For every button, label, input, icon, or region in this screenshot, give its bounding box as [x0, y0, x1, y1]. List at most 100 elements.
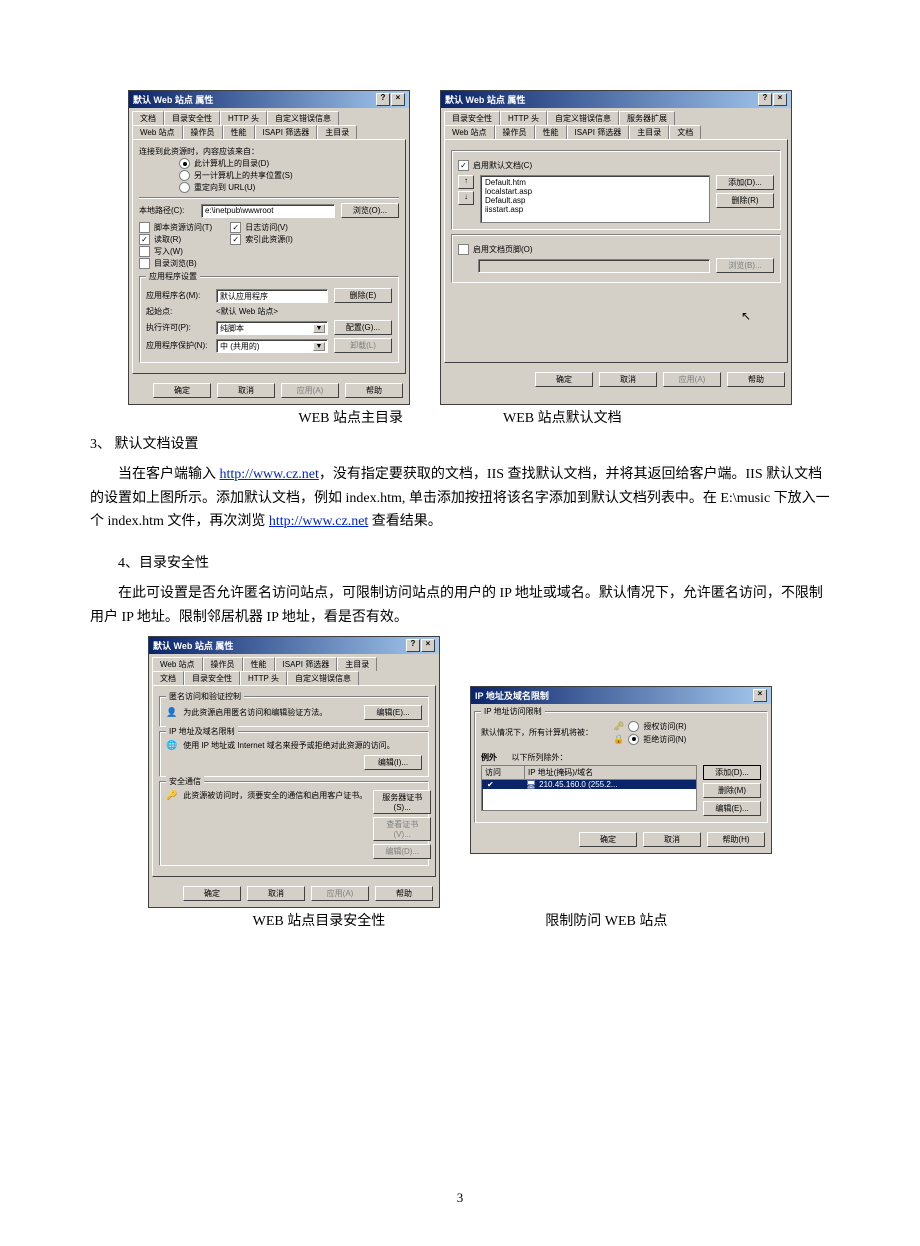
dialog-title: 默认 Web 站点 属性 [445, 93, 525, 106]
cancel-button[interactable]: 取消 [599, 372, 657, 387]
app-name-label: 应用程序名(M): [146, 290, 210, 301]
close-icon[interactable]: × [391, 93, 405, 106]
secure-comm-legend: 安全通信 [166, 776, 204, 787]
radio-share[interactable]: 另一计算机上的共享位置(S) [179, 170, 399, 181]
tab[interactable]: 操作员 [495, 125, 535, 139]
edit-button[interactable]: 编辑(I)... [364, 755, 422, 770]
list-item[interactable]: iisstart.asp [483, 205, 707, 214]
chk-dir-browse[interactable]: 目录浏览(B) [139, 258, 212, 269]
help-icon[interactable]: ? [758, 93, 772, 106]
tab-dir-security[interactable]: 目录安全性 [184, 671, 240, 685]
list-item[interactable]: ✔ 🖥210.45.160.0 (255.2... [482, 780, 696, 789]
dialog-web-documents: 默认 Web 站点 属性 ? × 目录安全性 HTTP 头 自定义错误信息 服务… [440, 90, 792, 405]
tab[interactable]: 自定义错误信息 [547, 111, 619, 125]
tab[interactable]: Web 站点 [152, 657, 203, 671]
figure-caption: WEB 站点主目录 [298, 407, 403, 427]
cancel-button[interactable]: 取消 [247, 886, 305, 901]
tab[interactable]: 自定义错误信息 [287, 671, 359, 685]
help-button[interactable]: 帮助 [727, 372, 785, 387]
cancel-button[interactable]: 取消 [643, 832, 701, 847]
chk-read[interactable]: 读取(R) [139, 234, 212, 245]
tab[interactable]: ISAPI 筛选器 [255, 125, 318, 139]
figure-caption: 限制防问 WEB 站点 [545, 910, 667, 930]
tab[interactable]: 文档 [132, 111, 164, 125]
remove-button[interactable]: 删除(E) [334, 288, 392, 303]
url-link[interactable]: http://www.cz.net [269, 514, 368, 529]
tab[interactable]: 目录安全性 [164, 111, 220, 125]
tab[interactable]: Web 站点 [132, 125, 183, 139]
help-button[interactable]: 帮助 [345, 383, 403, 398]
help-button[interactable]: 帮助(H) [707, 832, 765, 847]
config-button[interactable]: 配置(G)... [334, 320, 392, 335]
close-icon[interactable]: × [773, 93, 787, 106]
list-item[interactable]: localstart.asp [483, 187, 707, 196]
tab[interactable]: 主目录 [337, 657, 377, 671]
tab[interactable]: 性能 [535, 125, 567, 139]
list-item[interactable]: Default.htm [483, 178, 707, 187]
list-item[interactable]: Default.asp [483, 196, 707, 205]
except-text: 以下所列除外： [512, 753, 568, 762]
default-docs-list[interactable]: Default.htm localstart.asp Default.asp i… [480, 175, 710, 223]
radio-redirect[interactable]: 重定向到 URL(U) [179, 182, 399, 193]
titlebar[interactable]: 默认 Web 站点 属性 ? × [149, 637, 439, 654]
edit-button[interactable]: 编辑(E)... [703, 801, 761, 816]
close-icon[interactable]: × [421, 639, 435, 652]
titlebar[interactable]: IP 地址及域名限制 × [471, 687, 771, 704]
help-icon[interactable]: ? [376, 93, 390, 106]
view-cert-button: 查看证书(V)... [373, 817, 431, 841]
ok-button[interactable]: 确定 [153, 383, 211, 398]
delete-button[interactable]: 删除(M) [703, 783, 761, 798]
move-down-button[interactable]: ↓ [458, 191, 474, 205]
tab[interactable]: 自定义错误信息 [267, 111, 339, 125]
tab[interactable]: 主目录 [629, 125, 669, 139]
chk-log[interactable]: 日志访问(V) [230, 222, 293, 233]
titlebar[interactable]: 默认 Web 站点 属性 ? × [441, 91, 791, 108]
cancel-button[interactable]: 取消 [217, 383, 275, 398]
local-path-input[interactable]: e:\inetpub\wwwroot [201, 204, 335, 218]
exec-perm-select[interactable]: 纯脚本 [216, 321, 328, 335]
titlebar[interactable]: 默认 Web 站点 属性 ? × [129, 91, 409, 108]
chk-script-access[interactable]: 脚本资源访问(T) [139, 222, 212, 233]
app-name-input[interactable]: 默认应用程序 [216, 289, 328, 303]
chk-enable-footer[interactable]: 启用文档页脚(O) [458, 244, 774, 255]
dialog-title: IP 地址及域名限制 [475, 689, 549, 702]
tab[interactable]: 文档 [152, 671, 184, 685]
ok-button[interactable]: 确定 [535, 372, 593, 387]
chk-index[interactable]: 索引此资源(I) [230, 234, 293, 245]
delete-button[interactable]: 删除(R) [716, 193, 774, 208]
help-icon[interactable]: ? [406, 639, 420, 652]
tab[interactable]: 性能 [223, 125, 255, 139]
tab[interactable]: ISAPI 筛选器 [275, 657, 338, 671]
help-button[interactable]: 帮助 [375, 886, 433, 901]
add-button[interactable]: 添加(D)... [703, 765, 761, 780]
chk-write[interactable]: 写入(W) [139, 246, 212, 257]
tab[interactable]: 目录安全性 [444, 111, 500, 125]
tab-documents[interactable]: 文档 [669, 125, 701, 139]
move-up-button[interactable]: ↑ [458, 175, 474, 189]
ok-button[interactable]: 确定 [183, 886, 241, 901]
tab[interactable]: ISAPI 筛选器 [567, 125, 630, 139]
url-link[interactable]: http://www.cz.net [220, 467, 319, 482]
tab[interactable]: 服务器扩展 [619, 111, 675, 125]
tab-home-dir[interactable]: 主目录 [317, 125, 357, 139]
app-protect-select[interactable]: 中 (共用的) [216, 339, 328, 353]
edit-button[interactable]: 编辑(E)... [364, 705, 422, 720]
tab[interactable]: HTTP 头 [500, 111, 547, 125]
radio-deny[interactable]: 拒绝访问(N) [628, 734, 686, 745]
figure-row-1: 默认 Web 站点 属性 ? × 文档 目录安全性 HTTP 头 自定义错误信息… [90, 90, 830, 405]
tab[interactable]: HTTP 头 [240, 671, 287, 685]
browse-button[interactable]: 浏览(O)... [341, 203, 399, 218]
tab[interactable]: 操作员 [203, 657, 243, 671]
tab[interactable]: Web 站点 [444, 125, 495, 139]
radio-local-dir[interactable]: 此计算机上的目录(D) [179, 158, 399, 169]
tab[interactable]: 性能 [243, 657, 275, 671]
server-cert-button[interactable]: 服务器证书(S)... [373, 790, 431, 814]
chk-enable-default-doc[interactable]: 启用默认文档(C) [458, 160, 774, 171]
ok-button[interactable]: 确定 [579, 832, 637, 847]
add-button[interactable]: 添加(D)... [716, 175, 774, 190]
radio-grant[interactable]: 授权访问(R) [628, 721, 686, 732]
exceptions-list[interactable]: 访问 IP 地址(掩码)/域名 ✔ 🖥210.45.160.0 (255.2..… [481, 765, 697, 811]
tab[interactable]: HTTP 头 [220, 111, 267, 125]
close-icon[interactable]: × [753, 689, 767, 702]
tab[interactable]: 操作员 [183, 125, 223, 139]
